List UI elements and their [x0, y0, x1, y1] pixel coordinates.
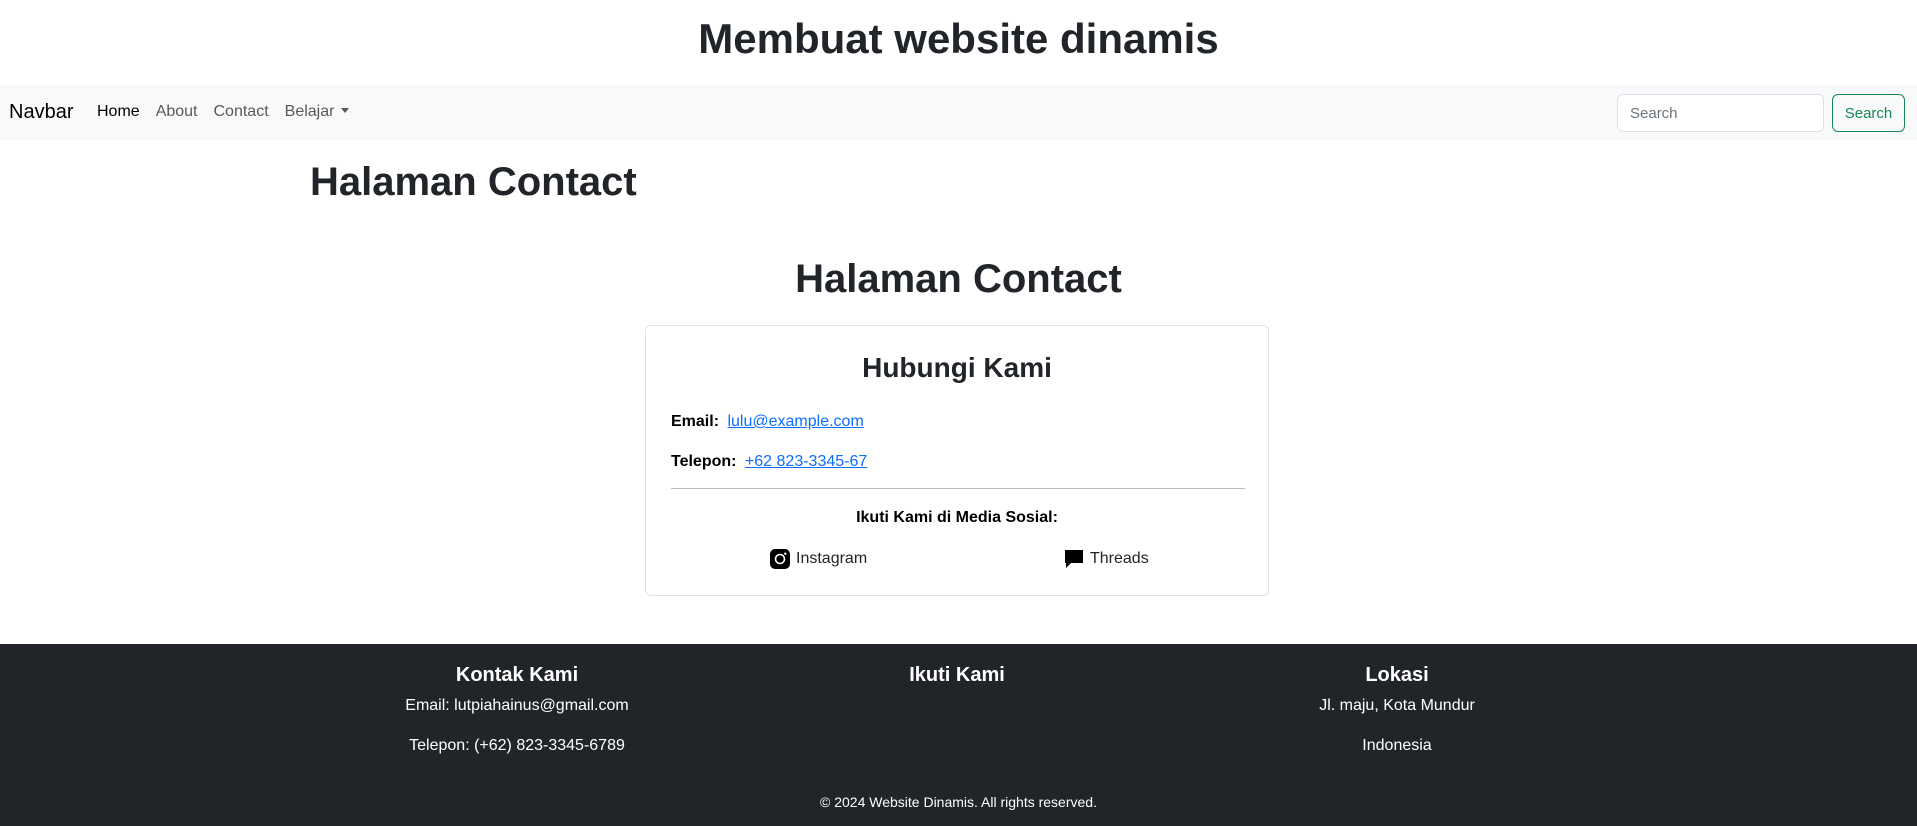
- copyright: © 2024 Website Dinamis. All rights reser…: [820, 794, 1097, 810]
- nav-links: Home About Contact Belajar: [97, 102, 365, 122]
- email-label: Email:: [671, 413, 720, 430]
- section-heading: Halaman Contact: [795, 257, 1122, 301]
- footer-location-heading: Lokasi: [1365, 664, 1429, 686]
- phone-row: Telepon: +62 823-3345-67: [671, 452, 867, 472]
- nav-link-contact[interactable]: Contact: [214, 102, 269, 122]
- chat-bubble-icon: [1065, 550, 1083, 568]
- divider: [671, 488, 1245, 489]
- instagram-link[interactable]: Instagram: [769, 548, 867, 570]
- contact-card: Hubungi Kami Email: lulu@example.com Tel…: [645, 325, 1269, 596]
- navbar-brand[interactable]: Navbar: [9, 99, 73, 125]
- footer-phone: Telepon: (+62) 823-3345-6789: [409, 737, 625, 754]
- search-button[interactable]: Search: [1832, 94, 1905, 132]
- site-title: Membuat website dinamis: [698, 15, 1219, 62]
- navbar: Navbar Home About Contact Belajar Search: [0, 85, 1917, 140]
- footer-follow-heading: Ikuti Kami: [909, 664, 1005, 686]
- footer-email: Email: lutpiahainus@gmail.com: [405, 697, 629, 714]
- caret-down-icon: [341, 108, 350, 113]
- footer-contact: Kontak Kami Email: lutpiahainus@gmail.co…: [317, 662, 717, 776]
- footer-contact-heading: Kontak Kami: [455, 664, 579, 686]
- footer-country: Indonesia: [1362, 737, 1432, 754]
- phone-label: Telepon:: [671, 453, 737, 470]
- nav-dropdown-belajar[interactable]: Belajar: [285, 102, 350, 122]
- footer-address: Jl. maju, Kota Mundur: [1319, 697, 1475, 714]
- nav-dropdown-label: Belajar: [284, 103, 335, 120]
- email-row: Email: lulu@example.com: [671, 412, 864, 432]
- instagram-label: Instagram: [796, 550, 868, 567]
- nav-link-about[interactable]: About: [156, 102, 198, 122]
- footer-follow: Ikuti Kami: [757, 662, 1157, 696]
- search-input[interactable]: [1617, 94, 1824, 132]
- footer-location: Lokasi Jl. maju, Kota Mundur Indonesia: [1197, 662, 1597, 776]
- social-title: Ikuti Kami di Media Sosial:: [856, 509, 1058, 526]
- phone-link[interactable]: +62 823-3345-67: [745, 453, 867, 470]
- card-title: Hubungi Kami: [862, 352, 1052, 383]
- page-heading: Halaman Contact: [310, 160, 637, 204]
- email-link[interactable]: lulu@example.com: [727, 413, 863, 430]
- threads-label: Threads: [1090, 550, 1149, 567]
- threads-link[interactable]: Threads: [1063, 548, 1149, 570]
- nav-link-home[interactable]: Home: [97, 102, 140, 122]
- footer: Kontak Kami Email: lutpiahainus@gmail.co…: [0, 644, 1917, 826]
- instagram-icon: [770, 549, 790, 569]
